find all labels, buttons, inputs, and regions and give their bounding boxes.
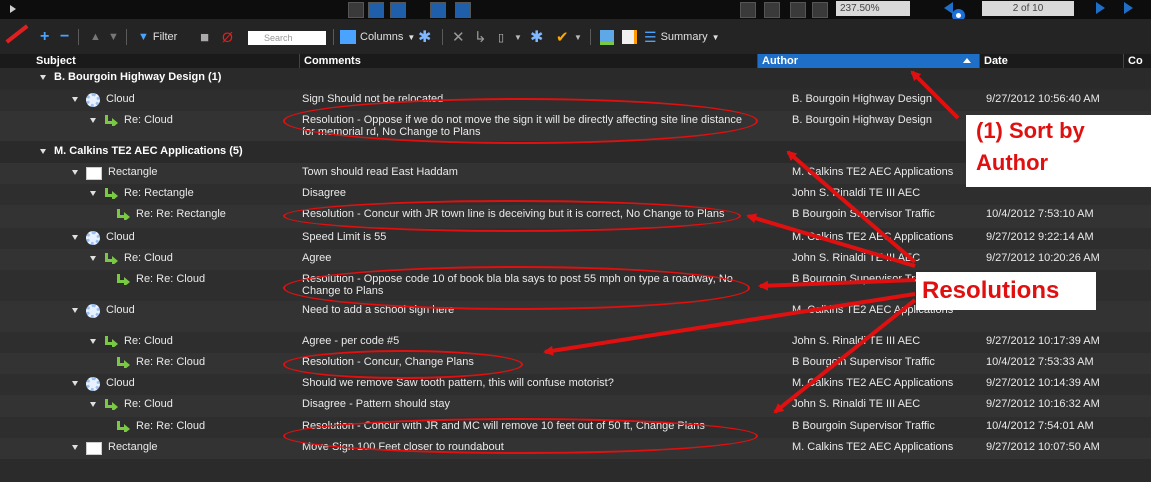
sort-by-author-callout: (1) Sort by Author: [966, 115, 1151, 187]
callout-line-2: Author: [976, 150, 1049, 175]
arrow-to-author-header: [910, 70, 960, 120]
resolutions-callout: Resolutions: [916, 272, 1096, 310]
arrow-to-resolution-3: [758, 278, 916, 291]
callout-line-1: (1) Sort by: [976, 118, 1085, 143]
annotation-arrows: [543, 70, 960, 414]
arrow-to-resolution-5: [773, 298, 917, 414]
markup-list-window: 237.50% 2 of 10 + − ▲ ▼ ▼ Filter ■ Ø Sea…: [0, 0, 1151, 482]
